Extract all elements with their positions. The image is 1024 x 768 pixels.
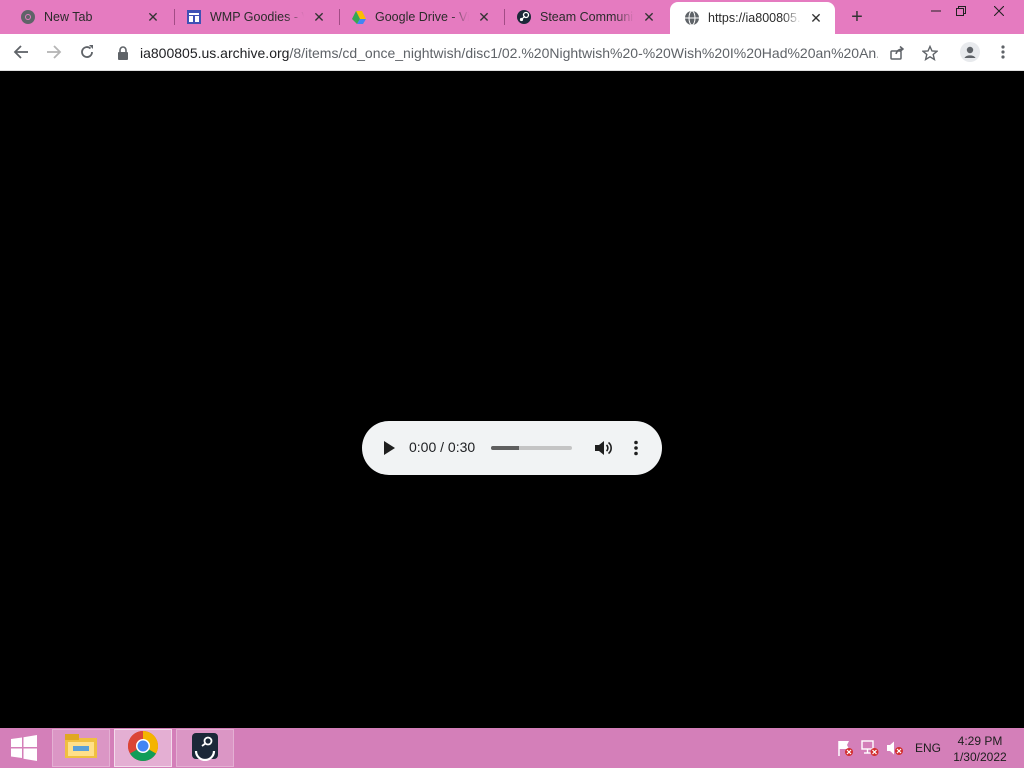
audio-player[interactable]: 0:00 / 0:30 — [362, 421, 662, 475]
tab-steam-community[interactable]: Steam Community ✕ — [496, 0, 668, 34]
url-path: /8/items/cd_once_nightwish/disc1/02.%20N… — [289, 44, 878, 61]
url-host: ia800805.us.archive.org — [140, 44, 290, 61]
reload-icon[interactable] — [74, 39, 100, 65]
chrome-menu-icon[interactable] — [990, 39, 1016, 65]
play-icon[interactable] — [380, 439, 398, 457]
tab-title: https://ia800805.us — [708, 11, 801, 25]
windows-start-icon[interactable] — [0, 728, 48, 768]
page-content: 0:00 / 0:30 — [0, 71, 1024, 728]
url-text: ia800805.us.archive.org/8/items/cd_once_… — [140, 45, 878, 61]
chrome-taskbar-button[interactable] — [114, 729, 172, 767]
buffered-progress — [491, 446, 520, 450]
close-tab-icon[interactable]: ✕ — [807, 9, 825, 27]
action-center-flag-icon[interactable] — [836, 739, 854, 757]
forward-icon[interactable] — [41, 39, 67, 65]
lock-icon[interactable] — [116, 45, 130, 60]
close-tab-icon[interactable]: ✕ — [475, 8, 493, 26]
steam-icon — [516, 9, 532, 25]
browser-toolbar: ia800805.us.archive.org/8/items/cd_once_… — [0, 34, 1024, 71]
tab-strip: New Tab ✕ WMP Goodies - Vi ✕ Google Driv… — [0, 0, 1024, 34]
tab-google-drive[interactable]: Google Drive - Vir ✕ — [331, 0, 503, 34]
current-time: 0:00 — [409, 439, 437, 455]
time-separator: / — [436, 439, 448, 455]
tab-wmp-goodies[interactable]: WMP Goodies - Vi ✕ — [166, 0, 338, 34]
close-tab-icon[interactable]: ✕ — [640, 8, 658, 26]
steam-taskbar-button[interactable] — [176, 729, 234, 767]
tab-archive-active[interactable]: https://ia800805.us ✕ — [670, 2, 835, 34]
time-display: 0:00 / 0:30 — [409, 439, 475, 455]
clock-time: 4:29 PM — [957, 734, 1003, 748]
more-options-icon[interactable] — [626, 438, 646, 458]
steam-icon — [190, 731, 220, 766]
network-icon[interactable] — [861, 739, 879, 757]
close-tab-icon[interactable]: ✕ — [310, 8, 328, 26]
share-icon[interactable] — [886, 42, 908, 64]
close-tab-icon[interactable]: ✕ — [144, 8, 162, 26]
back-icon[interactable] — [8, 39, 34, 65]
restore-icon[interactable] — [944, 0, 978, 22]
globe-icon — [684, 10, 700, 26]
language-indicator[interactable]: ENG — [915, 741, 941, 755]
tab-title: WMP Goodies - Vi — [210, 10, 304, 24]
new-tab-button[interactable]: + — [845, 5, 869, 29]
taskbar: ENG 4:29 PM 1/30/2022 — [0, 728, 1024, 768]
tab-title: Google Drive - Vir — [375, 10, 469, 24]
system-clock[interactable]: 4:29 PM 1/30/2022 — [950, 733, 1010, 765]
site-icon — [186, 9, 202, 25]
profile-avatar-icon[interactable] — [957, 39, 983, 65]
clock-date: 1/30/2022 — [953, 750, 1007, 764]
chrome-icon — [20, 9, 36, 25]
speaker-muted-icon[interactable] — [886, 739, 904, 757]
tab-title: Steam Community — [540, 10, 634, 24]
tab-title: New Tab — [44, 10, 93, 24]
seek-bar[interactable] — [491, 446, 572, 450]
file-explorer-taskbar-button[interactable] — [52, 729, 110, 767]
close-window-icon[interactable] — [982, 0, 1016, 22]
duration: 0:30 — [447, 439, 476, 455]
chrome-icon — [127, 730, 159, 767]
bookmark-star-icon[interactable] — [919, 42, 941, 64]
google-drive-icon — [351, 9, 367, 25]
file-explorer-icon — [64, 732, 98, 765]
tab-new-tab[interactable]: New Tab ✕ — [0, 0, 172, 34]
volume-icon[interactable] — [594, 438, 614, 458]
address-bar[interactable]: ia800805.us.archive.org/8/items/cd_once_… — [106, 38, 952, 67]
